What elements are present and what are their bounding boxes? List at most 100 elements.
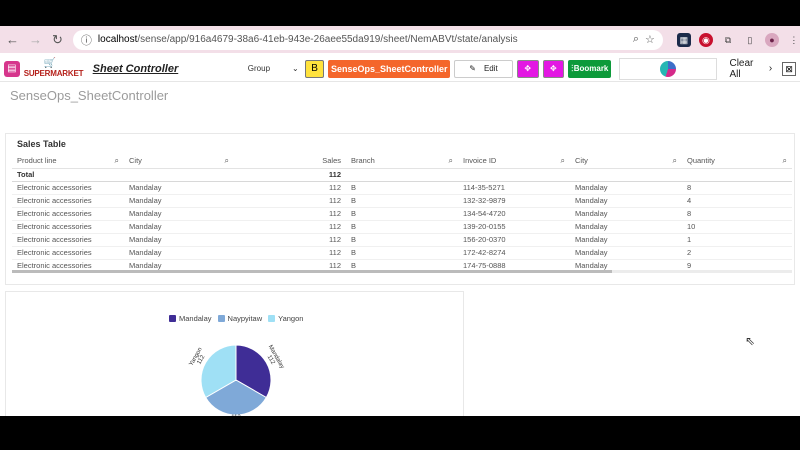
search-icon[interactable]: ⌕ — [115, 156, 119, 166]
table-cell[interactable]: 112 — [234, 246, 346, 260]
sidepanel-icon[interactable]: ▯ — [743, 33, 757, 47]
sheet-title[interactable]: Sheet Controller — [93, 63, 240, 75]
pie-chart[interactable]: Mandalay112Naypyitaw112Yangon112 — [156, 324, 316, 416]
table-cell[interactable]: 8 — [682, 181, 792, 195]
table-row[interactable]: Electronic accessories Mandalay 112 B 139-20… — [12, 220, 792, 234]
table-row[interactable]: Electronic accessories Mandalay 112 B 132-32… — [12, 194, 792, 208]
table-title: Sales Table — [17, 139, 66, 149]
bookmark-button[interactable]: ⵗ Boomark — [568, 59, 612, 78]
edit-button[interactable]: ✎ Edit — [454, 59, 513, 78]
forward-icon[interactable]: → — [29, 32, 42, 48]
search-icon[interactable]: ⌕ — [561, 156, 565, 166]
table-cell[interactable]: Mandalay — [570, 246, 682, 260]
back-icon[interactable]: ← — [6, 32, 19, 48]
table-cell[interactable]: Mandalay — [124, 233, 234, 247]
table-cell[interactable]: 112 — [234, 233, 346, 247]
table-cell[interactable]: 4 — [682, 194, 792, 208]
column-header-sales[interactable]: Sales — [234, 154, 346, 169]
table-cell[interactable]: Electronic accessories — [12, 233, 124, 247]
table-cell[interactable]: 10 — [682, 220, 792, 234]
clear-all-button[interactable]: Clear All › — [729, 58, 772, 80]
column-header-invoice-id[interactable]: Invoice ID ⌕ — [458, 154, 570, 169]
scrollbar-thumb[interactable] — [12, 270, 612, 273]
table-cell[interactable]: B — [346, 181, 458, 195]
profile-avatar-icon[interactable]: ● — [764, 32, 779, 47]
legend-item[interactable]: Mandalay — [169, 314, 212, 323]
table-cell[interactable]: 112 — [234, 220, 346, 234]
table-cell[interactable]: Electronic accessories — [12, 246, 124, 260]
table-cell[interactable]: Mandalay — [124, 220, 234, 234]
puzzle-icon[interactable]: ⧉ — [721, 33, 735, 47]
bookmark-star-icon[interactable]: ☆ — [645, 33, 655, 46]
sheet-controller-button[interactable]: SenseOps_SheetController — [328, 59, 451, 78]
table-row[interactable]: Electronic accessories Mandalay 112 B 134-54… — [12, 207, 792, 221]
b-button[interactable]: B — [304, 59, 325, 78]
table-cell[interactable]: B — [346, 194, 458, 208]
search-icon[interactable]: ⌕ — [673, 156, 677, 166]
table-cell[interactable]: 114-35-5271 — [458, 181, 570, 195]
reload-icon[interactable]: ↻ — [52, 32, 63, 48]
table-cell[interactable]: Electronic accessories — [12, 220, 124, 234]
table-cell[interactable]: Mandalay — [570, 181, 682, 195]
table-cell[interactable]: 134-54-4720 — [458, 207, 570, 221]
logo-text: SUPERMARKET — [23, 68, 84, 78]
table-cell[interactable]: 139-20-0155 — [458, 220, 570, 234]
table-cell[interactable]: Electronic accessories — [12, 181, 124, 195]
column-header-city-2[interactable]: City ⌕ — [570, 154, 682, 169]
table-cell[interactable]: Mandalay — [570, 220, 682, 234]
table-cell[interactable]: Mandalay — [124, 246, 234, 260]
table-cell[interactable]: 1 — [682, 233, 792, 247]
supermarket-logo: 🛒 SUPERMARKET — [24, 58, 84, 80]
legend-item[interactable]: Yangon — [268, 314, 303, 323]
legend-label: Naypyitaw — [227, 314, 263, 323]
pink-action-button-2[interactable]: ✥ — [542, 59, 565, 78]
table-cell[interactable]: B — [346, 207, 458, 221]
table-cell[interactable]: 132-32-9879 — [458, 194, 570, 208]
browser-menu-icon[interactable]: ⋮ — [787, 33, 800, 47]
table-row[interactable]: Electronic accessories Mandalay 112 B 114-35… — [12, 181, 792, 195]
table-cell[interactable]: Mandalay — [124, 181, 234, 195]
table-cell[interactable]: Mandalay — [570, 194, 682, 208]
table-cell[interactable]: 112 — [234, 181, 346, 195]
zoom-icon[interactable]: ⌕ — [633, 33, 639, 46]
table-cell[interactable]: Mandalay — [570, 233, 682, 247]
extension-icon[interactable]: ◉ — [698, 32, 713, 47]
app-menu-icon[interactable]: ▤ — [4, 60, 20, 77]
table-cell[interactable]: B — [346, 220, 458, 234]
extensions-area: ▦ ◉ ⧉ ▯ ● ⋮ — [676, 32, 800, 47]
table-cell[interactable]: 112 — [234, 194, 346, 208]
table-cell[interactable]: 2 — [682, 246, 792, 260]
search-icon[interactable]: ⌕ — [225, 156, 229, 166]
group-dropdown[interactable]: Group ⌄ — [248, 64, 301, 73]
clear-selections-icon[interactable]: ⊠ — [782, 61, 796, 76]
column-header-branch[interactable]: Branch ⌕ — [346, 154, 458, 169]
search-icon[interactable]: ⌕ — [783, 156, 787, 166]
table-cell[interactable]: 156-20-0370 — [458, 233, 570, 247]
horizontal-scrollbar[interactable] — [12, 270, 792, 273]
search-icon[interactable]: ⌕ — [449, 156, 453, 166]
page-title: SenseOps_SheetController — [10, 88, 169, 103]
column-header-city[interactable]: City ⌕ — [124, 154, 234, 169]
table-row[interactable]: Electronic accessories Mandalay 112 B 156-20… — [12, 233, 792, 247]
table-cell[interactable]: Electronic accessories — [12, 194, 124, 208]
table-cell[interactable]: B — [346, 246, 458, 260]
table-cell[interactable]: 8 — [682, 207, 792, 221]
legend-item[interactable]: Naypyitaw — [217, 314, 263, 323]
sales-table: Product line ⌕ City ⌕ Sales Branch ⌕ Invoic… — [12, 154, 792, 273]
table-cell[interactable]: 112 — [234, 207, 346, 221]
table-cell[interactable]: Mandalay — [570, 207, 682, 221]
site-info-icon[interactable]: ⓘ — [81, 32, 92, 48]
total-sales: 112 — [234, 168, 346, 182]
address-bar[interactable]: ⓘ localhost/sense/app/916a4679-38a6-41eb… — [72, 29, 663, 50]
table-cell[interactable]: 172-42-8274 — [458, 246, 570, 260]
bookmark-label: Boomark — [573, 64, 609, 73]
table-cell[interactable]: Mandalay — [124, 194, 234, 208]
extension-icon[interactable]: ▦ — [676, 32, 691, 47]
column-header-product-line[interactable]: Product line ⌕ — [12, 154, 124, 169]
pink-action-button-1[interactable]: ✥ — [516, 59, 539, 78]
table-cell[interactable]: B — [346, 233, 458, 247]
table-cell[interactable]: Electronic accessories — [12, 207, 124, 221]
table-row[interactable]: Electronic accessories Mandalay 112 B 172-42… — [12, 246, 792, 260]
table-cell[interactable]: Mandalay — [124, 207, 234, 221]
column-header-quantity[interactable]: Quantity ⌕ — [682, 154, 792, 169]
